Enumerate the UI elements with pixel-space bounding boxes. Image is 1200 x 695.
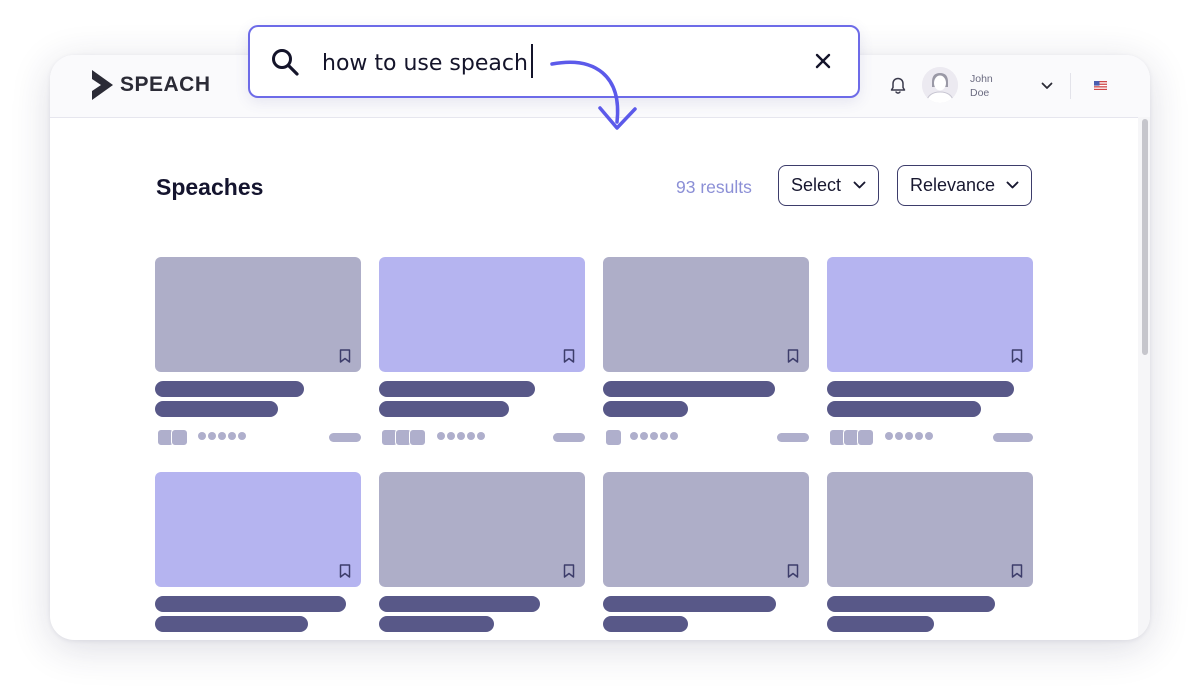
card-title-placeholder [603, 381, 775, 397]
bookmark-icon[interactable] [787, 564, 799, 578]
sort-dropdown[interactable]: Relevance [897, 165, 1032, 206]
bookmark-icon[interactable] [1011, 349, 1023, 363]
card-subtitle-placeholder [379, 616, 494, 632]
bookmark-icon[interactable] [563, 564, 575, 578]
bookmark-icon[interactable] [787, 349, 799, 363]
chevron-down-icon [1006, 181, 1019, 189]
speach-card[interactable] [827, 257, 1033, 447]
speach-card[interactable] [379, 472, 585, 640]
app-window: SPEACH John Doe Speaches 93 results Sele… [50, 55, 1150, 640]
card-duration-placeholder [993, 433, 1033, 442]
header-divider [1070, 73, 1071, 99]
page-title: Speaches [156, 174, 264, 200]
us-flag-icon[interactable] [1094, 81, 1107, 90]
scrollbar-thumb[interactable] [1142, 119, 1148, 355]
speach-card[interactable] [155, 257, 361, 447]
chevron-down-icon[interactable] [1041, 82, 1053, 90]
card-title-placeholder [155, 381, 304, 397]
card-thumbnail[interactable] [603, 257, 809, 372]
card-title-placeholder [603, 596, 776, 612]
card-avatars-placeholder [157, 429, 188, 446]
card-subtitle-placeholder [827, 401, 981, 417]
card-thumbnail[interactable] [155, 472, 361, 587]
card-rating-placeholder [437, 432, 485, 440]
card-title-placeholder [827, 381, 1014, 397]
bookmark-icon[interactable] [339, 349, 351, 363]
logo[interactable]: SPEACH [92, 70, 211, 100]
speach-card[interactable] [603, 257, 809, 447]
card-subtitle-placeholder [827, 616, 934, 632]
bookmark-icon[interactable] [339, 564, 351, 578]
user-last-name: Doe [970, 87, 990, 99]
select-dropdown[interactable]: Select [778, 165, 879, 206]
card-duration-placeholder [329, 433, 361, 442]
text-caret [531, 44, 533, 78]
select-dropdown-label: Select [791, 175, 842, 195]
chevron-down-icon [853, 181, 866, 189]
bookmark-icon[interactable] [563, 349, 575, 363]
card-thumbnail[interactable] [827, 257, 1033, 372]
card-avatars-placeholder [829, 429, 874, 446]
logo-chevron-icon [92, 70, 113, 100]
card-rating-placeholder [885, 432, 933, 440]
sort-dropdown-label: Relevance [910, 175, 996, 195]
card-thumbnail[interactable] [827, 472, 1033, 587]
card-subtitle-placeholder [155, 401, 278, 417]
bookmark-icon[interactable] [1011, 564, 1023, 578]
card-subtitle-placeholder [379, 401, 509, 417]
card-duration-placeholder [777, 433, 809, 442]
logo-text: SPEACH [120, 73, 211, 96]
card-thumbnail[interactable] [379, 257, 585, 372]
card-avatars-placeholder [381, 429, 426, 446]
speach-card[interactable] [603, 472, 809, 640]
close-icon[interactable] [814, 52, 832, 70]
card-rating-placeholder [198, 432, 246, 440]
speach-card[interactable] [379, 257, 585, 447]
card-duration-placeholder [553, 433, 585, 442]
card-title-placeholder [155, 596, 346, 612]
curved-arrow-icon [550, 60, 637, 130]
card-thumbnail[interactable] [603, 472, 809, 587]
card-title-placeholder [379, 596, 540, 612]
bell-icon[interactable] [890, 77, 906, 95]
avatar-person-icon [922, 67, 958, 103]
card-subtitle-placeholder [155, 616, 308, 632]
card-title-placeholder [379, 381, 535, 397]
card-thumbnail[interactable] [155, 257, 361, 372]
card-thumbnail[interactable] [379, 472, 585, 587]
search-icon [272, 49, 299, 76]
card-avatars-placeholder [605, 429, 622, 446]
card-title-placeholder [827, 596, 995, 612]
speach-card[interactable] [827, 472, 1033, 640]
card-rating-placeholder [630, 432, 678, 440]
speach-card[interactable] [155, 472, 361, 640]
user-first-name: John [970, 73, 993, 85]
card-subtitle-placeholder [603, 401, 688, 417]
results-count: 93 results [676, 177, 752, 197]
user-avatar[interactable] [922, 67, 958, 103]
user-name[interactable]: John Doe [970, 72, 993, 100]
card-subtitle-placeholder [603, 616, 688, 632]
